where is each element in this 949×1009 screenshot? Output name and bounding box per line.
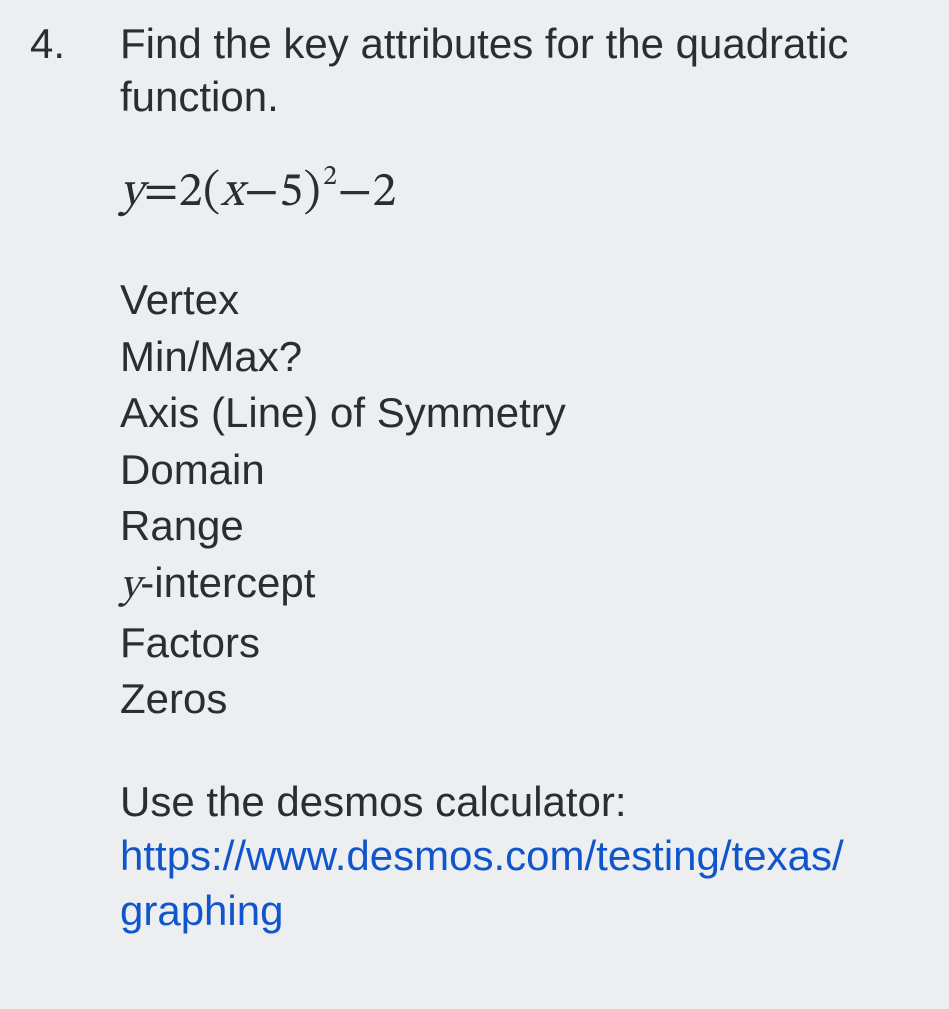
problem-number: 4. [30, 18, 120, 71]
equation-h: 5 [279, 163, 303, 223]
calculator-link[interactable]: https://www.desmos.com/testing/texas/ gr… [120, 829, 919, 938]
equation-inner-var: x [221, 163, 245, 223]
attr-vertex: Vertex [120, 273, 919, 328]
equation-coef: 2 [179, 163, 203, 223]
attr-y-intercept: y-intercept [120, 556, 919, 614]
attr-range: Range [120, 499, 919, 554]
attribute-list: Vertex Min/Max? Axis (Line) of Symmetry … [120, 273, 919, 727]
equation-eq: = [144, 163, 179, 223]
problem-header: 4. Find the key attributes for the quadr… [30, 18, 919, 939]
attr-axis-symmetry: Axis (Line) of Symmetry [120, 386, 919, 441]
attr-factors: Factors [120, 616, 919, 671]
equation: y = 2 ( x − 5 ) 2 −2 [120, 163, 919, 223]
equation-tail: −2 [338, 163, 397, 223]
attr-minmax: Min/Max? [120, 330, 919, 385]
link-line-2: graphing [120, 887, 283, 934]
page: 4. Find the key attributes for the quadr… [0, 0, 949, 969]
equation-rparen: ) [303, 163, 321, 223]
attr-zeros: Zeros [120, 672, 919, 727]
equation-minus: − [244, 163, 279, 223]
attr-domain: Domain [120, 443, 919, 498]
problem-body: Find the key attributes for the quadrati… [120, 18, 919, 939]
problem-prompt: Find the key attributes for the quadrati… [120, 18, 919, 123]
link-line-1: https://www.desmos.com/testing/texas/ [120, 832, 844, 879]
calculator-prompt: Use the desmos calculator: [120, 775, 919, 830]
calculator-section: Use the desmos calculator: https://www.d… [120, 775, 919, 939]
equation-lparen: ( [203, 163, 221, 223]
equation-exp: 2 [323, 160, 337, 195]
equation-lhs: y [120, 163, 144, 223]
